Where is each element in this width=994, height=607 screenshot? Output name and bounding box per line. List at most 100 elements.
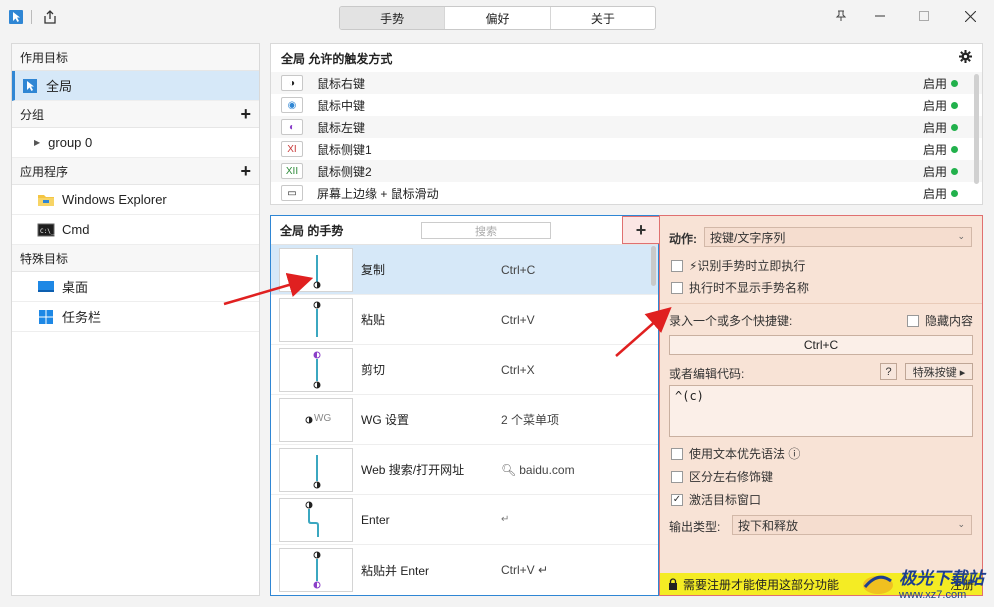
status-dot xyxy=(951,101,958,109)
activate-window-checkbox[interactable]: ✓ 激活目标窗口 xyxy=(671,491,761,508)
gesture-name: Web 搜索/打开网址 xyxy=(361,463,465,477)
gesture-row[interactable]: 剪切 Ctrl+X xyxy=(271,345,658,395)
gesture-thumbnail xyxy=(279,347,353,392)
hide-name-checkbox[interactable]: 执行时不显示手势名称 xyxy=(671,279,809,296)
checkbox-box[interactable] xyxy=(671,470,683,483)
share-icon[interactable] xyxy=(41,8,59,26)
special-item-desktop[interactable]: 桌面 xyxy=(12,272,259,302)
watermark-logo-icon xyxy=(863,575,893,594)
shortcut-recorder[interactable]: Ctrl+C xyxy=(669,335,973,355)
help-button[interactable]: ? xyxy=(880,363,897,380)
gear-icon[interactable] xyxy=(959,50,972,66)
gesture-row[interactable]: Web 搜索/打开网址 🔍︎ baidu.com xyxy=(271,445,658,495)
apps-header-label: 应用程序 xyxy=(20,164,69,179)
gestures-panel: 全局 的手势 搜索 + 复制 Ctrl+C 粘贴 Ctrl+V 剪切 Ctrl+… xyxy=(270,215,660,596)
search-input[interactable]: 搜索 xyxy=(421,222,551,239)
status-dot xyxy=(951,189,958,197)
special-item-taskbar[interactable]: 任务栏 xyxy=(12,302,259,332)
gesture-row[interactable]: 复制 Ctrl+C xyxy=(271,245,658,295)
checkmark-icon[interactable]: ✓ xyxy=(671,493,683,506)
trigger-row[interactable]: ◉ 鼠标中键 启用 xyxy=(271,94,982,116)
gesture-row[interactable]: WG WG 设置 2 个菜单项 xyxy=(271,395,658,445)
tab-about[interactable]: 关于 xyxy=(551,7,655,29)
title-bar: 手势 偏好 关于 xyxy=(0,0,994,36)
special-header: 特殊目标 xyxy=(12,245,259,272)
expand-arrow-icon[interactable]: ▶ xyxy=(34,138,40,147)
gesture-name: WG 设置 xyxy=(361,413,409,427)
add-gesture-button[interactable]: + xyxy=(622,216,660,244)
action-type-value: 按键/文字序列 xyxy=(710,230,786,245)
target-global-label: 全局 xyxy=(46,79,73,94)
action-type-select[interactable]: 按键/文字序列 ⌄ xyxy=(704,227,972,247)
status-text: 启用 xyxy=(922,186,947,201)
status-text: 启用 xyxy=(922,98,947,113)
target-global[interactable]: 全局 xyxy=(12,71,259,101)
trigger-row[interactable]: ◐ 鼠标左键 启用 xyxy=(271,116,982,138)
checkbox-label: 区分左右修饰键 xyxy=(689,470,774,484)
mouse-middle-icon: ◉ xyxy=(281,97,303,113)
trigger-status: 启用 xyxy=(923,141,958,158)
gesture-thumbnail xyxy=(279,297,353,342)
special-item-label: 任务栏 xyxy=(62,310,102,325)
global-cursor-icon xyxy=(20,77,40,95)
gesture-row[interactable]: Enter ↵ xyxy=(271,495,658,545)
chevron-down-icon: ⌄ xyxy=(957,231,965,241)
checkbox-box[interactable] xyxy=(671,281,683,294)
maximize-button[interactable] xyxy=(910,5,938,27)
desktop-icon xyxy=(36,278,56,296)
trigger-status: 启用 xyxy=(923,185,958,202)
wg-thumb-label: WG xyxy=(314,412,332,424)
trigger-label: 鼠标中键 xyxy=(317,98,366,113)
title-separator xyxy=(31,10,32,24)
tab-gestures[interactable]: 手势 xyxy=(340,7,446,29)
code-editor[interactable]: ^(c) xyxy=(669,385,973,437)
status-dot xyxy=(951,145,958,153)
target-header-label: 作用目标 xyxy=(20,50,69,65)
special-header-label: 特殊目标 xyxy=(20,251,69,266)
gesture-row[interactable]: 粘贴 Ctrl+V xyxy=(271,295,658,345)
trigger-label: 鼠标右键 xyxy=(317,76,366,91)
distinguish-modifiers-checkbox[interactable]: 区分左右修饰键 xyxy=(671,468,773,485)
folder-icon xyxy=(36,191,56,209)
trigger-row[interactable]: XI 鼠标侧键1 启用 xyxy=(271,138,982,160)
close-button[interactable] xyxy=(956,5,984,27)
app-item-explorer[interactable]: Windows Explorer xyxy=(12,185,259,215)
trigger-row[interactable]: ▭ 屏幕上边缘 + 鼠标滑动 启用 xyxy=(271,182,982,204)
exec-immediately-checkbox[interactable]: ⚡识别手势时立即执行 xyxy=(671,257,805,274)
action-panel: 动作: 按键/文字序列 ⌄ ⚡识别手势时立即执行 执行时不显示手势名称 录入一个… xyxy=(659,215,983,596)
divider xyxy=(660,303,982,304)
gestures-scrollbar[interactable] xyxy=(651,246,656,286)
app-item-cmd[interactable]: C:\_ Cmd xyxy=(12,215,259,245)
trigger-row[interactable]: ◑ 鼠标右键 启用 xyxy=(271,72,982,94)
status-dot xyxy=(951,167,958,175)
output-type-select[interactable]: 按下和释放 ⌄ xyxy=(732,515,972,535)
gestures-header: 全局 的手势 搜索 + xyxy=(271,216,660,245)
target-header: 作用目标 xyxy=(12,44,259,71)
shortcut-label: 录入一个或多个快捷键: xyxy=(669,314,793,328)
app-logo-icon xyxy=(7,8,25,26)
trigger-scrollbar[interactable] xyxy=(974,74,979,184)
gesture-name: 粘贴并 Enter xyxy=(361,563,430,578)
trigger-row[interactable]: XII 鼠标侧键2 启用 xyxy=(271,160,982,182)
trigger-label: 鼠标侧键2 xyxy=(317,164,372,179)
screen-edge-icon: ▭ xyxy=(281,185,303,201)
status-dot xyxy=(951,123,958,131)
add-group-button[interactable]: + xyxy=(240,105,251,123)
checkbox-box[interactable] xyxy=(671,447,683,460)
checkbox-box[interactable] xyxy=(907,314,919,327)
checkbox-label: ⚡识别手势时立即执行 xyxy=(689,259,806,273)
minimize-button[interactable] xyxy=(866,5,894,27)
gesture-url: 🔍︎ baidu.com xyxy=(501,463,575,477)
tab-preferences[interactable]: 偏好 xyxy=(445,7,551,29)
hide-content-checkbox[interactable]: 隐藏内容 xyxy=(907,312,973,329)
text-syntax-checkbox[interactable]: 使用文本优先语法 ⓘ xyxy=(671,445,800,462)
gesture-row[interactable]: 粘贴并 Enter Ctrl+V ↵ xyxy=(271,545,658,595)
chevron-down-icon: ⌄ xyxy=(957,519,965,529)
group-item[interactable]: ▶ group 0 xyxy=(12,128,259,158)
add-app-button[interactable]: + xyxy=(240,162,251,180)
special-keys-button[interactable]: 特殊按键 ▸ xyxy=(905,363,973,380)
status-text: 启用 xyxy=(922,164,947,179)
checkbox-box[interactable] xyxy=(671,259,683,272)
checkbox-label: 隐藏内容 xyxy=(925,314,974,328)
pin-icon[interactable] xyxy=(827,5,855,27)
